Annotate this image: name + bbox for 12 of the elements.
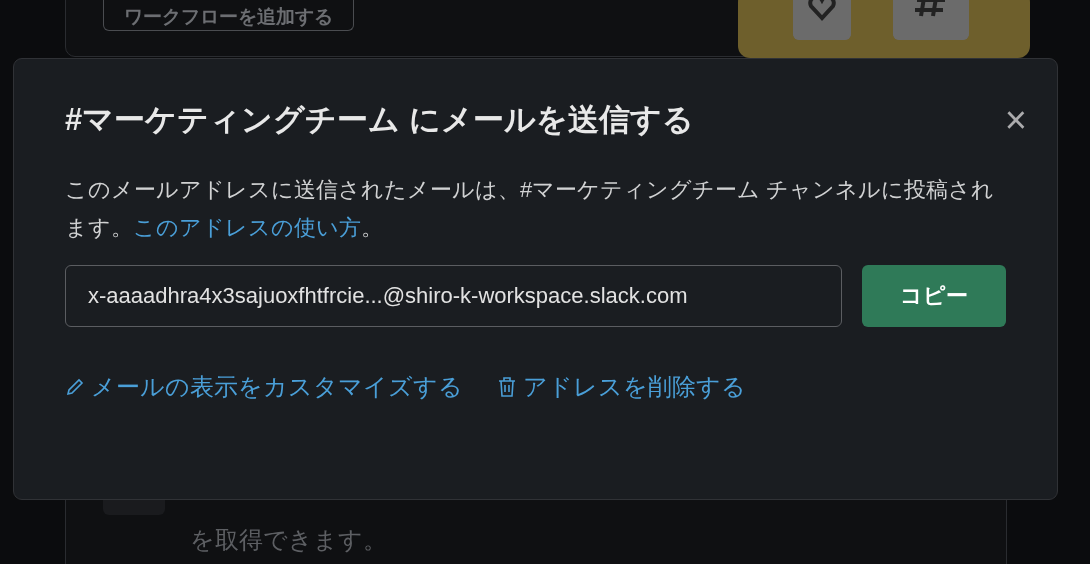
email-address-field[interactable]: x-aaaadhra4x3sajuoxfhtfrcie...@shiro-k-workspace.slack.com [65,265,842,327]
add-workflow-button[interactable]: ワークフローを追加する [103,0,354,31]
customize-email-link[interactable]: メールの表示をカスタマイズする [65,371,463,403]
help-link[interactable]: このアドレスの使い方 [133,215,361,240]
trash-icon [497,376,517,398]
delete-address-link[interactable]: アドレスを削除する [497,371,746,403]
description-text: を取得できます。 [190,525,387,555]
dialog-title: #マーケティングチーム にメールを送信する [65,101,694,139]
dialog-description: このメールアドレスに送信されたメールは、#マーケティングチーム チャンネルに投稿されます。このアドレスの使い方。 [65,176,996,242]
copy-button[interactable]: コピー [862,265,1006,327]
close-button[interactable]: × [1000,101,1031,139]
pencil-icon [65,377,85,397]
